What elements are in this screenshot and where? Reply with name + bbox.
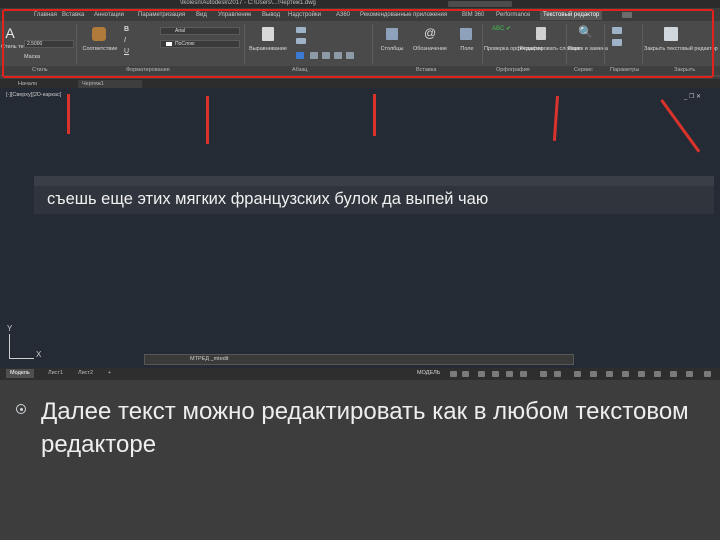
- model-space-button[interactable]: МОДЕЛЬ: [417, 370, 440, 376]
- file-tab-start[interactable]: Начало: [14, 80, 41, 88]
- window-title: \Ikolesn\Autodesk\2017 - C:\Users\...\Че…: [180, 0, 316, 6]
- command-line-text[interactable]: МТРЕД _mtedit: [190, 356, 229, 362]
- viewport-window-controls[interactable]: _ ❐ ✕: [684, 93, 701, 100]
- title-bar: [0, 0, 720, 8]
- clean-screen-icon[interactable]: [686, 371, 693, 377]
- file-tab-drawing1[interactable]: Чертеж1: [78, 80, 142, 88]
- layout-tab-model[interactable]: Модель: [6, 369, 34, 378]
- annotation-monitor-icon[interactable]: [606, 371, 613, 377]
- grid-icon[interactable]: [450, 371, 457, 377]
- quick-properties-icon[interactable]: [638, 371, 645, 377]
- viewport-controls-label[interactable]: [-][Сверху][2D-каркас]: [6, 92, 61, 98]
- slide-caption: Далее текст можно редактировать как в лю…: [41, 398, 689, 458]
- hardware-acceleration-icon[interactable]: [670, 371, 677, 377]
- ucs-x-axis: [9, 358, 34, 359]
- ucs-x-label: X: [36, 350, 42, 359]
- polar-icon[interactable]: [492, 371, 499, 377]
- annotation-scale-icon[interactable]: [574, 371, 581, 377]
- search-input[interactable]: [448, 1, 512, 7]
- text-editor-ruler[interactable]: [34, 176, 714, 186]
- ucs-y-label: Y: [7, 324, 13, 333]
- ucs-y-axis: [9, 334, 10, 359]
- annotation-arrow: [67, 94, 70, 134]
- otrack-icon[interactable]: [520, 371, 527, 377]
- drawing-area[interactable]: [0, 88, 720, 368]
- customization-icon[interactable]: [704, 371, 711, 377]
- units-icon[interactable]: [622, 371, 629, 377]
- annotation-arrow: [373, 94, 376, 136]
- osnap-icon[interactable]: [506, 371, 513, 377]
- annotation-arrow: [206, 96, 209, 144]
- lineweight-icon[interactable]: [540, 371, 547, 377]
- mtext-content[interactable]: съешь еще этих мягких французских булок …: [47, 187, 488, 211]
- layout-tab-sheet1[interactable]: Лист1: [44, 369, 67, 378]
- bullet-dot: [19, 407, 23, 411]
- layout-tab-sheet2[interactable]: Лист2: [74, 369, 97, 378]
- ortho-icon[interactable]: [478, 371, 485, 377]
- transparency-icon[interactable]: [554, 371, 561, 377]
- isolate-objects-icon[interactable]: [654, 371, 661, 377]
- layout-tab-add[interactable]: +: [104, 369, 115, 378]
- ribbon-highlight-frame: [2, 9, 714, 78]
- workspace-icon[interactable]: [590, 371, 597, 377]
- snap-icon[interactable]: [462, 371, 469, 377]
